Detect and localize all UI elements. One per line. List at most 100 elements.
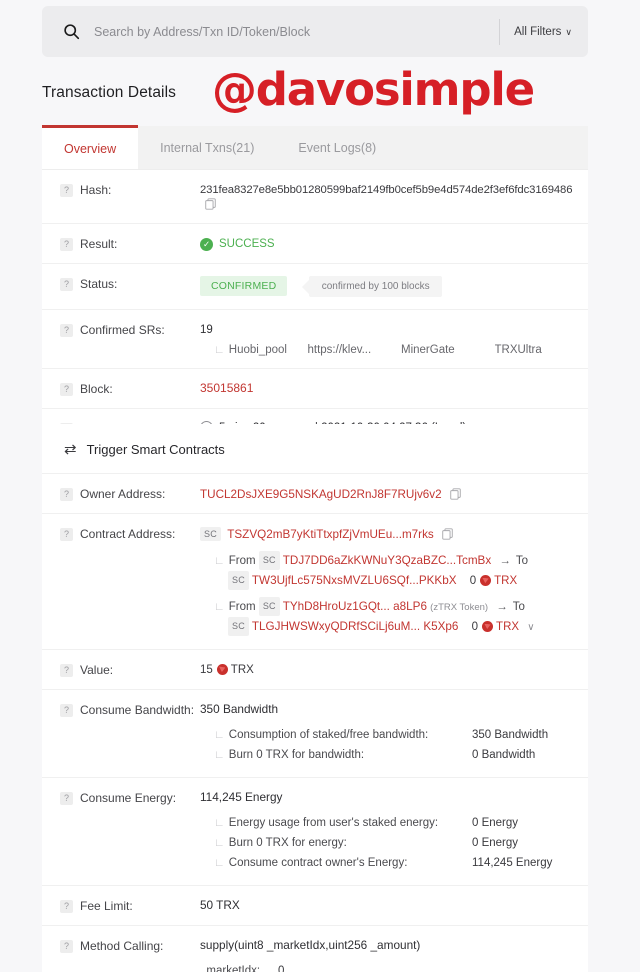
contract-card: ⇄ Trigger Smart Contracts ? Owner Addres…	[42, 424, 588, 972]
page-title: Transaction Details	[42, 84, 176, 101]
help-icon[interactable]: ?	[60, 528, 73, 541]
help-icon[interactable]: ?	[60, 383, 73, 396]
owner-address-value-wrap: TUCL2DsJXE9G5NSKAgUD2RnJ8F7RUjv6v2	[200, 486, 588, 501]
help-icon[interactable]: ?	[60, 184, 73, 197]
sub-value: 0 Energy	[472, 836, 519, 849]
hash-value-wrap: 231fea8327e8e5bb01280599baf2149fb0cef5b9…	[200, 182, 588, 211]
help-icon[interactable]: ?	[60, 324, 73, 337]
to-address-link[interactable]: TW3UjfLc575NxsMVZLU6SQf...PKKbX	[252, 574, 457, 587]
bandwidth-label-wrap: ? Consume Bandwidth:	[60, 702, 200, 717]
param-key: _marketIdx:	[200, 964, 261, 972]
confirmed-srs-label-wrap: ? Confirmed SRs:	[60, 322, 200, 337]
all-filters-dropdown[interactable]: All Filters ∨	[500, 26, 588, 38]
value-label-wrap: ? Value:	[60, 662, 200, 677]
trx-coin-icon	[480, 574, 492, 586]
sub-value: 0 Bandwidth	[472, 748, 536, 761]
owner-address-link[interactable]: TUCL2DsJXE9G5NSKAgUD2RnJ8F7RUjv6v2	[200, 488, 442, 501]
list-item[interactable]: ∟ Huobi_pool	[214, 344, 308, 356]
from-label: From	[228, 555, 256, 567]
to-label: To	[512, 600, 525, 613]
tab-event-logs[interactable]: Event Logs(8)	[276, 126, 398, 169]
sub-key: Consumption of staked/free bandwidth:	[228, 728, 429, 741]
energy-value-wrap: 114,245 Energy ∟ Energy usage from user's…	[200, 790, 588, 873]
sub-value: 0 Energy	[472, 816, 519, 829]
help-icon[interactable]: ?	[60, 663, 73, 677]
to-label: To	[515, 555, 529, 567]
from-address-link[interactable]: TDJ7DD6aZkKWNuY3QzaBZC...TcmBx	[283, 554, 491, 567]
confirmed-srs-label: Confirmed SRs:	[80, 323, 165, 337]
hash-label-wrap: ? Hash:	[60, 182, 200, 197]
transfer-row: ∟ From SC TYhD8HroUz1GQt... a8LP6 (zTRX To…	[214, 596, 588, 617]
sc-tag: SC	[258, 551, 280, 570]
trx-coin-icon	[216, 663, 228, 675]
tab-internal-txns[interactable]: Internal Txns(21)	[138, 126, 276, 169]
result-value: SUCCESS	[219, 238, 275, 251]
tree-tick-icon: ∟	[214, 555, 225, 567]
value-label: Value:	[80, 662, 114, 677]
sc-tag: SC	[200, 527, 221, 541]
contract-address-link[interactable]: TSZVQ2mB7yKtiTtxpfZjVmUEu...m7rks	[227, 528, 434, 541]
help-icon[interactable]: ?	[60, 238, 73, 251]
tree-tick-icon: ∟	[214, 600, 225, 613]
copy-icon[interactable]	[450, 488, 461, 503]
bandwidth-value-wrap: 350 Bandwidth ∟ Consumption of staked/fre…	[200, 702, 588, 765]
contract-address-label-wrap: ? Contract Address:	[60, 526, 200, 541]
param-row: _marketIdx: 0	[200, 961, 588, 972]
energy-label-wrap: ? Consume Energy:	[60, 790, 200, 805]
energy-sub-list: ∟ Energy usage from user's staked energy:…	[200, 813, 588, 873]
contract-address-label: Contract Address:	[80, 527, 176, 541]
help-icon[interactable]: ?	[60, 278, 73, 291]
tab-bar: Overview Internal Txns(21) Event Logs(8)	[42, 125, 588, 170]
row-consume-bandwidth: ? Consume Bandwidth: 350 Bandwidth ∟ Cons…	[42, 690, 588, 778]
help-icon[interactable]: ?	[60, 703, 73, 717]
arrow-right-icon: →	[499, 555, 511, 567]
to-address-link[interactable]: TLGJHWSWxyQDRfSCiLj6uM... K5Xp6	[252, 620, 459, 633]
tab-overview[interactable]: Overview	[42, 125, 139, 169]
status-label-wrap: ? Status:	[60, 276, 200, 291]
sub-value: 114,245 Energy	[472, 856, 553, 869]
result-status: ✓ SUCCESS	[200, 237, 275, 251]
row-contract-address: ? Contract Address: SC TSZVQ2mB7yKtiTtxp…	[42, 514, 588, 650]
param-value: 0	[278, 964, 285, 972]
all-filters-label: All Filters	[514, 25, 562, 38]
sub-row: ∟ Burn 0 TRX for bandwidth: 0 Bandwidth	[214, 745, 588, 765]
swap-icon: ⇄	[64, 441, 77, 458]
confirmed-srs-value-wrap: 19 ∟ Huobi_pool https://klev... MinerGate…	[200, 322, 588, 356]
token-note: (zTRX Token)	[430, 601, 489, 613]
search-bar[interactable]: All Filters ∨	[42, 6, 588, 57]
from-label: From	[228, 600, 256, 613]
tree-tick-icon: ∟	[214, 836, 225, 849]
method-calling-label-wrap: ? Method Calling:	[60, 938, 200, 953]
energy-total: 114,245 Energy	[200, 789, 283, 804]
check-circle-icon: ✓	[200, 237, 213, 251]
copy-icon[interactable]	[442, 528, 453, 543]
row-owner-address: ? Owner Address: TUCL2DsJXE9G5NSKAgUD2Rn…	[42, 474, 588, 514]
tree-tick-icon: ∟	[214, 728, 225, 741]
chevron-down-icon[interactable]: ∨	[527, 622, 534, 633]
block-link[interactable]: 35015861	[200, 381, 253, 395]
row-block: ? Block: 35015861	[42, 369, 588, 409]
watermark: @davosimple	[212, 63, 535, 116]
sub-key: Consume contract owner's Energy:	[228, 856, 408, 869]
sc-tag: SC	[258, 596, 280, 616]
help-icon[interactable]: ?	[60, 939, 73, 953]
search-input[interactable]	[88, 24, 500, 39]
sub-key: Energy usage from user's staked energy:	[228, 816, 439, 829]
help-icon[interactable]: ?	[60, 899, 73, 913]
row-fee-limit: ? Fee Limit: 50 TRX	[42, 886, 588, 926]
list-item[interactable]: https://klev...	[308, 344, 402, 356]
status-badge: CONFIRMED	[200, 276, 288, 296]
help-icon[interactable]: ?	[60, 791, 73, 805]
help-icon[interactable]: ?	[60, 488, 73, 501]
sub-key-wrap: ∟ Energy usage from user's staked energy:	[214, 817, 472, 829]
tree-tick-icon: ∟	[214, 748, 225, 761]
overview-card: Overview Internal Txns(21) Event Logs(8)…	[42, 125, 588, 448]
sub-row: ∟ Energy usage from user's staked energy:…	[214, 813, 588, 833]
row-hash: ? Hash: 231fea8327e8e5bb01280599baf2149f…	[42, 170, 588, 224]
copy-icon[interactable]	[205, 198, 216, 213]
from-address-link[interactable]: TYhD8HroUz1GQt... a8LP6	[283, 600, 427, 613]
list-item[interactable]: MinerGate	[401, 344, 495, 356]
tree-tick-icon: ∟	[214, 856, 225, 869]
list-item[interactable]: TRXUltra	[495, 344, 589, 356]
arrow-right-icon: →	[496, 600, 508, 613]
